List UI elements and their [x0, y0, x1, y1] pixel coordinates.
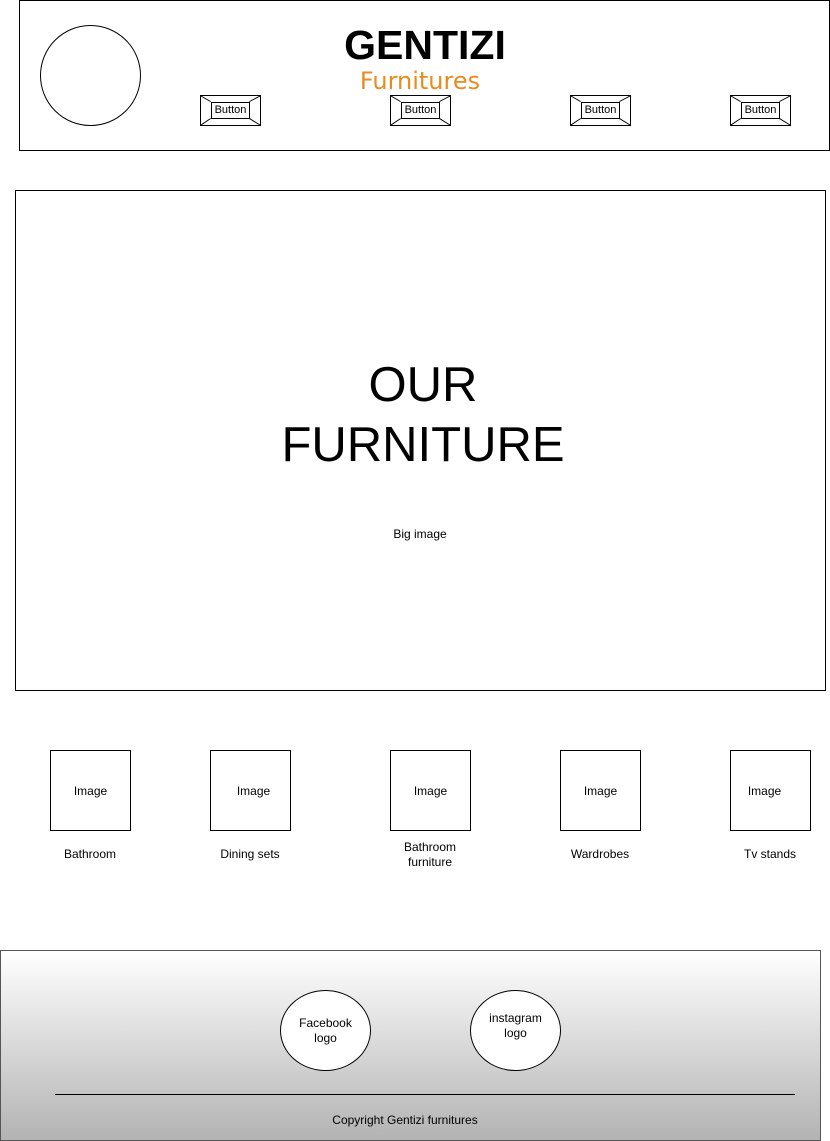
- logo-placeholder[interactable]: [40, 25, 141, 126]
- category-image-dining-sets[interactable]: Image: [210, 750, 291, 831]
- nav-button-label: Button: [401, 102, 440, 119]
- facebook-label-line2: logo: [314, 1030, 337, 1045]
- hero-title-line1: OUR: [368, 358, 478, 412]
- facebook-logo-link[interactable]: Facebook logo: [280, 990, 371, 1071]
- brand-subtitle: Furnitures: [359, 67, 481, 95]
- image-placeholder-text: Image: [236, 783, 271, 798]
- category-image-bathroom-furniture[interactable]: Image: [390, 750, 471, 831]
- nav-button-label: Button: [211, 102, 250, 119]
- category-image-bathroom[interactable]: Image: [50, 750, 131, 831]
- image-placeholder-text: Image: [583, 783, 618, 798]
- instagram-label-line2: logo: [504, 1025, 527, 1040]
- category-label-wardrobes: Wardrobes: [570, 847, 630, 861]
- facebook-logo-label: Facebook logo: [296, 1016, 356, 1046]
- hero-title-line2: FURNITURE: [281, 418, 565, 472]
- category-label-tv-stands: Tv stands: [743, 847, 797, 861]
- image-placeholder-text: Image: [747, 783, 782, 798]
- image-placeholder-text: Image: [73, 783, 108, 798]
- nav-button-label: Button: [581, 102, 620, 119]
- image-placeholder-text: Image: [413, 783, 448, 798]
- nav-button-4[interactable]: Button: [730, 95, 791, 126]
- brand-title: GENTIZI: [344, 22, 506, 68]
- facebook-label-line1: Facebook: [299, 1015, 352, 1030]
- hero-caption: Big image: [393, 527, 447, 541]
- category-label-dining-sets: Dining sets: [220, 847, 280, 861]
- category-image-tv-stands[interactable]: Image: [730, 750, 811, 831]
- footer-divider: [55, 1094, 795, 1095]
- category-label-line1: Bathroom: [403, 840, 457, 854]
- instagram-label-line1: instagram: [489, 1010, 542, 1025]
- category-label-bathroom: Bathroom: [63, 847, 117, 861]
- nav-button-2[interactable]: Button: [390, 95, 451, 126]
- category-label-bathroom-furniture: Bathroom furniture: [370, 840, 490, 870]
- instagram-logo-link[interactable]: instagram logo: [470, 990, 561, 1071]
- hero-title: OUR FURNITURE: [223, 355, 623, 475]
- nav-button-1[interactable]: Button: [200, 95, 261, 126]
- copyright-text: Copyright Gentizi furnitures: [332, 1113, 478, 1127]
- category-image-wardrobes[interactable]: Image: [560, 750, 641, 831]
- nav-button-label: Button: [741, 102, 780, 119]
- nav-button-3[interactable]: Button: [570, 95, 631, 126]
- instagram-logo-label: instagram logo: [486, 1011, 546, 1041]
- category-label-line2: furniture: [407, 855, 453, 869]
